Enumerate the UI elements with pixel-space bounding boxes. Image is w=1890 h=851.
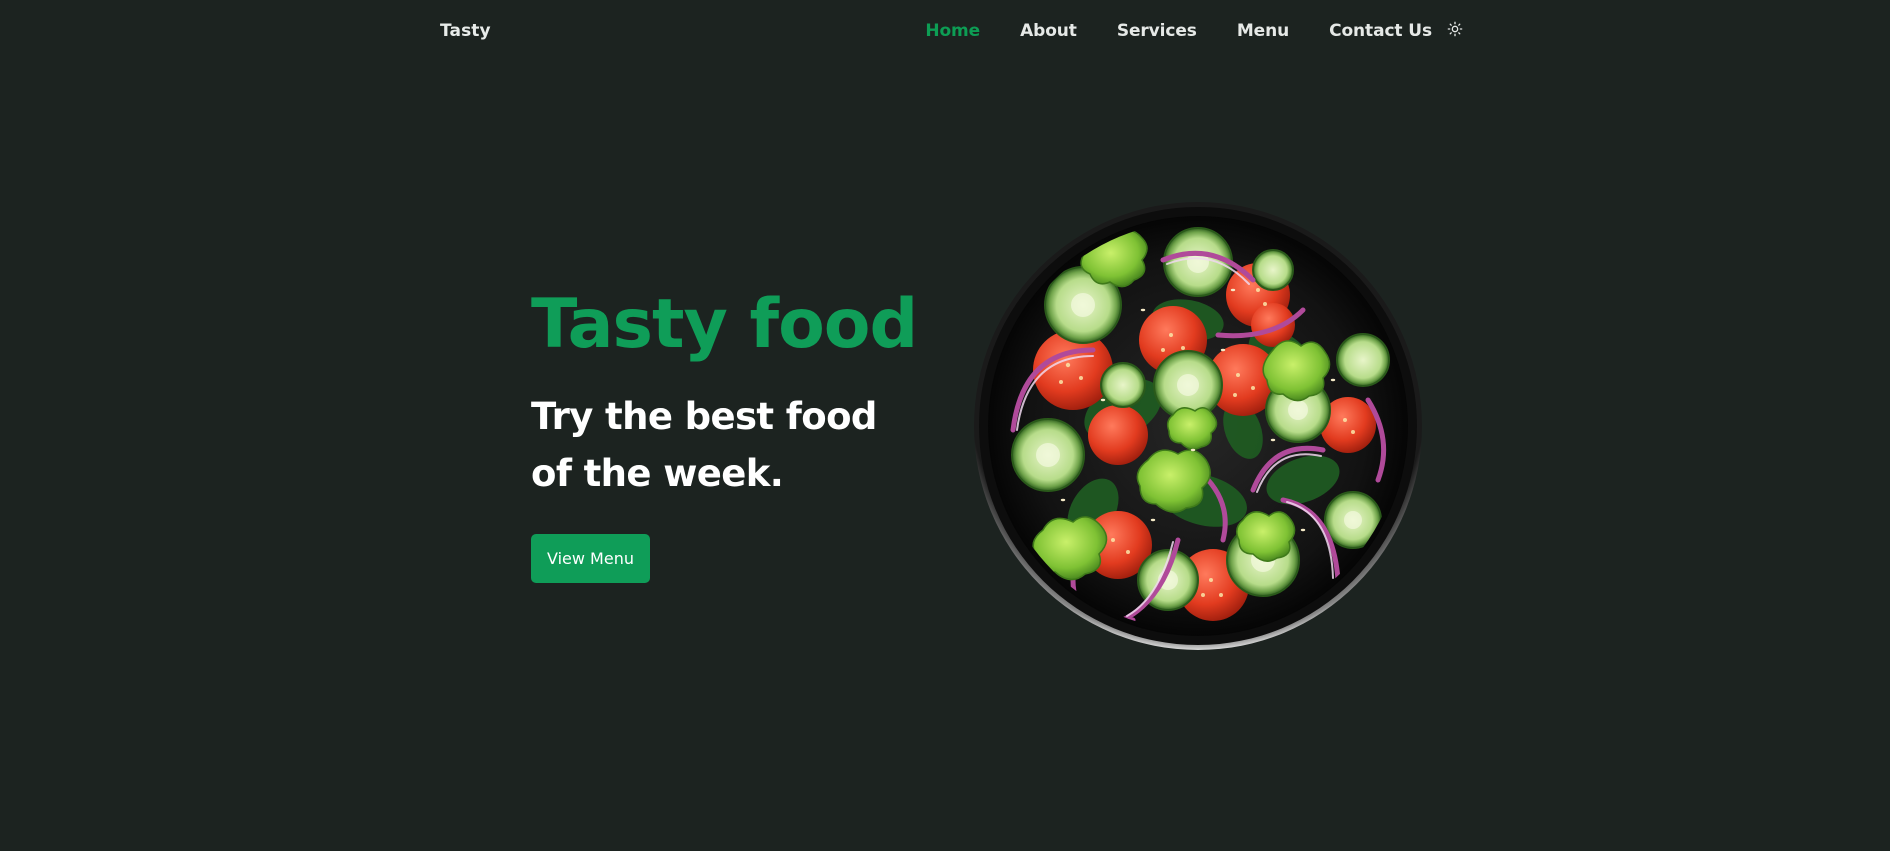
hero-section: Tasty food Try the best food of the week… [531, 280, 931, 583]
salad-bowl-image [974, 202, 1422, 650]
logo[interactable]: Tasty [440, 21, 491, 41]
hero-subtitle: Try the best food of the week. [531, 395, 877, 495]
main-nav: Home About Services Menu Contact Us [925, 21, 1464, 41]
nav-services[interactable]: Services [1117, 21, 1197, 41]
nav-home[interactable]: Home [925, 21, 980, 41]
theme-toggle-button[interactable] [1446, 20, 1464, 38]
sun-icon [1447, 21, 1463, 37]
page: Tasty Home About Services Menu Contact U… [0, 0, 1890, 851]
nav-contact-us[interactable]: Contact Us [1329, 21, 1432, 41]
nav-about[interactable]: About [1020, 21, 1077, 41]
view-menu-button[interactable]: View Menu [531, 534, 650, 583]
nav-menu[interactable]: Menu [1237, 21, 1289, 41]
hero-title: Tasty food [531, 285, 918, 364]
site-header: Tasty Home About Services Menu Contact U… [440, 0, 1464, 62]
